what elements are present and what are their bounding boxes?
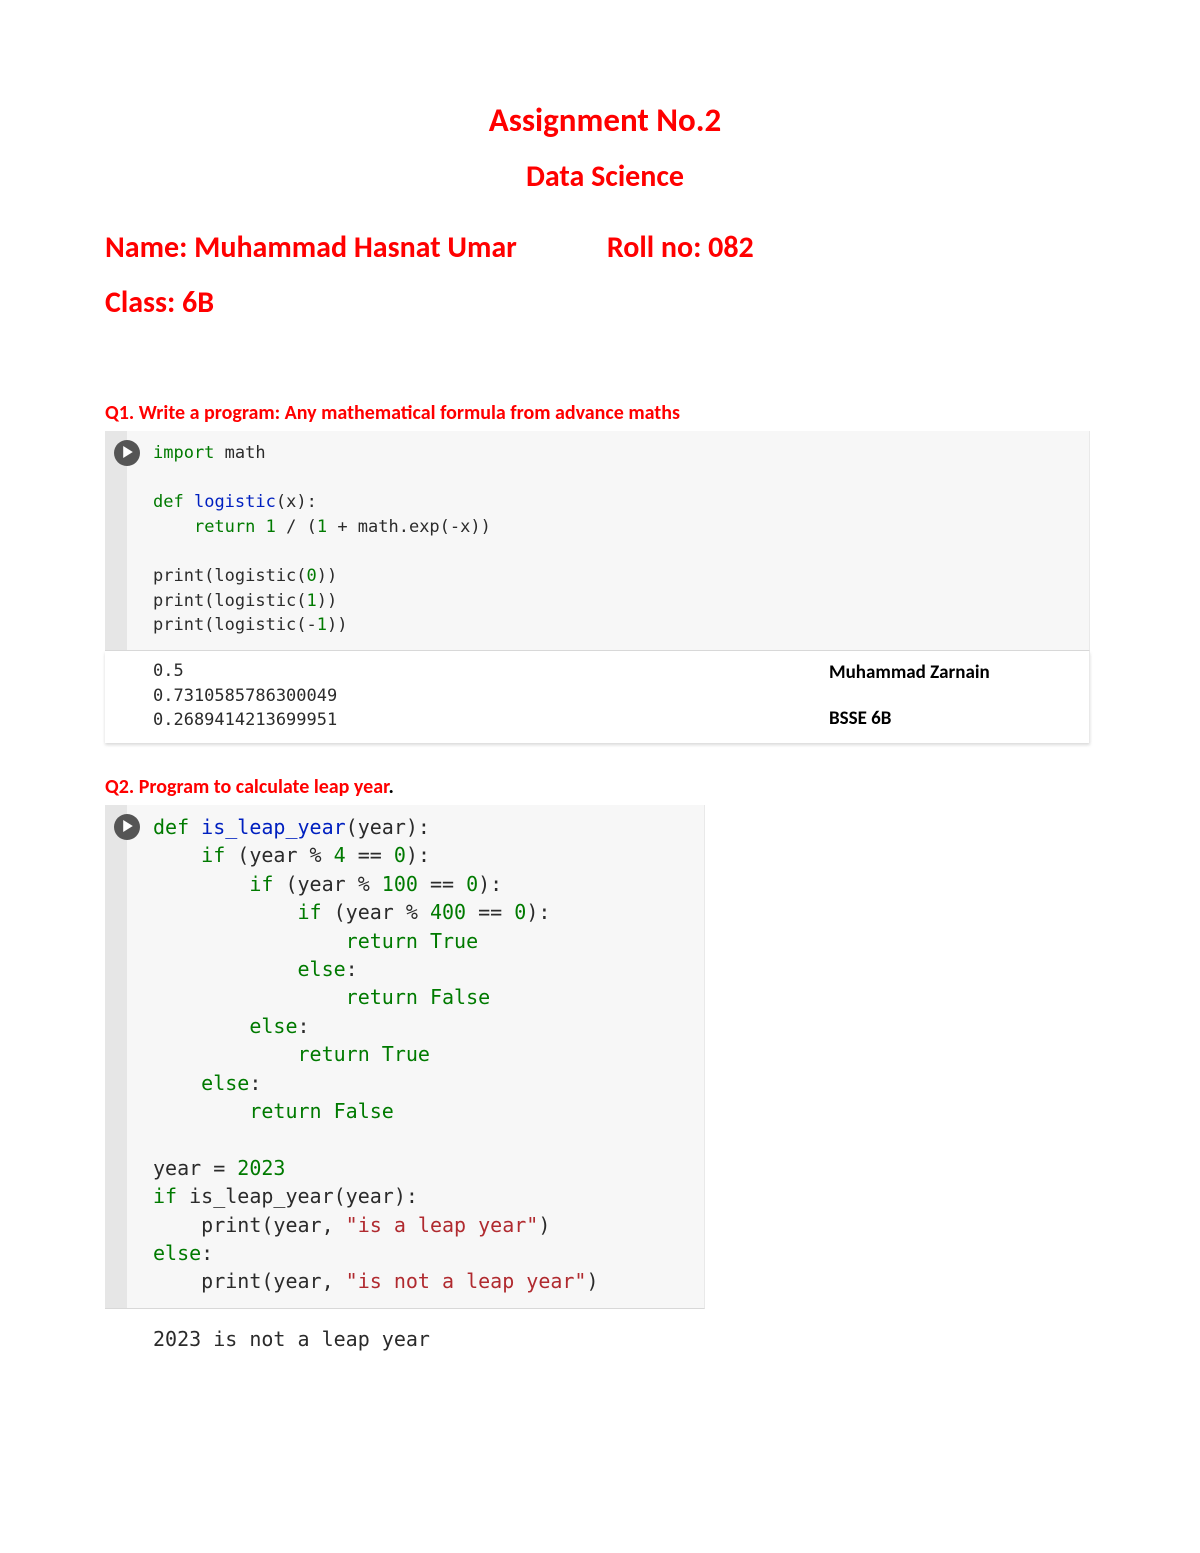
student-roll: Roll no: 082 [607,229,754,266]
run-cell-button[interactable] [114,440,140,466]
assignment-title: Assignment No.2 [105,100,1105,140]
code-block-2: def is_leap_year(year): if (year % 4 == … [105,805,704,1308]
student-class: Class: 6B [105,284,1105,321]
code-cell-2: def is_leap_year(year): if (year % 4 == … [105,805,705,1309]
attribution-block: Muhammad Zarnain BSSE 6B [829,651,1089,743]
output-block-2: 2023 is not a leap year [105,1309,705,1364]
question-2-label: Q2. Program to calculate leap year. [105,775,1105,799]
student-info-row: Name: Muhammad Hasnat Umar Roll no: 082 [105,229,1105,266]
output-row-1: 0.5 0.7310585786300049 0.268941421369995… [105,651,1090,743]
cell-gutter [105,805,127,1308]
code-block-1: import math def logistic(x): return 1 / … [105,431,1089,650]
code-cell-1: import math def logistic(x): return 1 / … [105,431,1090,651]
play-icon [120,444,134,463]
student-name: Name: Muhammad Hasnat Umar [105,229,517,266]
course-subtitle: Data Science [105,158,1105,195]
output-block-1: 0.5 0.7310585786300049 0.268941421369995… [105,651,829,743]
run-cell-button[interactable] [114,814,140,840]
question-1-label: Q1. Write a program: Any mathematical fo… [105,401,1105,425]
play-icon [120,818,134,837]
